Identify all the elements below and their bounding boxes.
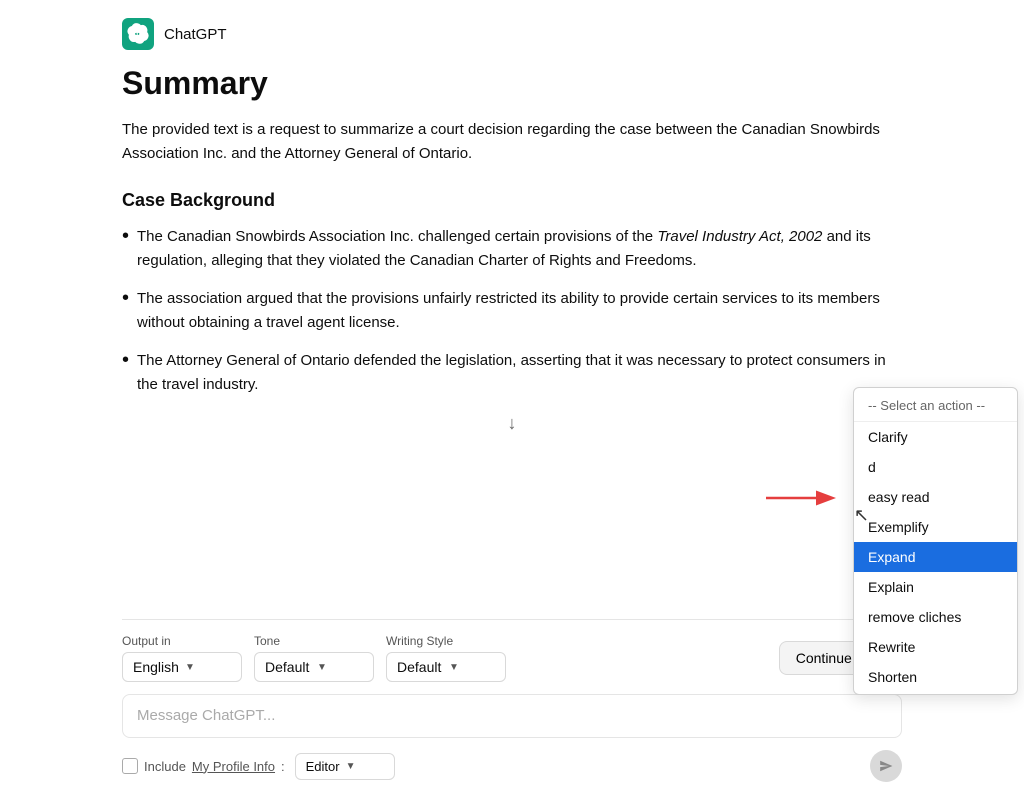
content-area: Summary The provided text is a request t… <box>122 54 902 619</box>
message-placeholder: Message ChatGPT... <box>137 707 275 724</box>
app-container: ChatGPT Summary The provided text is a r… <box>82 0 942 800</box>
tone-value: Default <box>265 659 311 675</box>
dropdown-item-easyread[interactable]: easy read <box>854 482 1017 512</box>
tone-chevron-icon: ▼ <box>317 662 363 673</box>
bullet-dot: • <box>122 285 129 311</box>
list-item: • The Canadian Snowbirds Association Inc… <box>122 225 902 273</box>
page-title: Summary <box>122 64 902 102</box>
bullet-dot: • <box>122 223 129 249</box>
editor-select[interactable]: Editor ▼ <box>295 753 395 780</box>
include-label: Include <box>144 759 186 774</box>
profile-link[interactable]: My Profile Info <box>192 759 275 774</box>
output-select[interactable]: English ▼ <box>122 652 242 682</box>
include-profile-checkbox[interactable] <box>122 758 138 774</box>
writing-style-group: Writing Style Default ▼ <box>386 634 506 682</box>
chatgpt-logo <box>122 18 154 50</box>
bullet-list: • The Canadian Snowbirds Association Inc… <box>122 225 902 397</box>
list-item: • The association argued that the provis… <box>122 287 902 335</box>
send-button[interactable] <box>870 750 902 782</box>
bullet-text-2: The association argued that the provisio… <box>137 287 902 335</box>
include-profile-area: Include My Profile Info : <box>122 758 285 774</box>
writing-style-select[interactable]: Default ▼ <box>386 652 506 682</box>
output-chevron-icon: ▼ <box>185 662 231 673</box>
dropdown-item-shorten[interactable]: Shorten <box>854 662 1017 692</box>
tone-group: Tone Default ▼ <box>254 634 374 682</box>
dropdown-item-d[interactable]: d <box>854 452 1017 482</box>
intro-text: The provided text is a request to summar… <box>122 118 902 166</box>
bottom-toolbar: Output in English ▼ Tone Default ▼ Writi… <box>122 619 902 800</box>
bottom-row: Include My Profile Info : Editor ▼ <box>122 750 902 790</box>
dropdown-item-removecliches[interactable]: remove cliches <box>854 602 1017 632</box>
bullet-dot: • <box>122 347 129 373</box>
bullet-text-3: The Attorney General of Ontario defended… <box>137 349 902 397</box>
writing-style-value: Default <box>397 659 443 675</box>
output-value: English <box>133 659 179 675</box>
editor-value: Editor <box>306 759 340 774</box>
action-dropdown: -- Select an action -- Clarify d easy re… <box>853 387 1018 695</box>
tone-select[interactable]: Default ▼ <box>254 652 374 682</box>
dropdown-item-clarify[interactable]: Clarify <box>854 422 1017 452</box>
chatgpt-logo-icon <box>127 23 149 45</box>
header: ChatGPT <box>122 0 902 54</box>
tone-label: Tone <box>254 634 374 648</box>
section-title: Case Background <box>122 190 902 211</box>
list-item: • The Attorney General of Ontario defend… <box>122 349 902 397</box>
editor-chevron-icon: ▼ <box>346 761 356 772</box>
output-label: Output in <box>122 634 242 648</box>
colon-label: : <box>281 759 285 774</box>
message-input[interactable]: Message ChatGPT... <box>122 694 902 738</box>
output-group: Output in English ▼ <box>122 634 242 682</box>
writing-style-chevron-icon: ▼ <box>449 662 495 673</box>
scroll-down-icon: ↓ <box>122 413 902 434</box>
dropdown-item-explain[interactable]: Explain <box>854 572 1017 602</box>
dropdown-header: -- Select an action -- <box>854 390 1017 422</box>
dropdown-item-expand[interactable]: Expand <box>854 542 1017 572</box>
app-name-label: ChatGPT <box>164 26 227 43</box>
send-icon <box>879 759 893 773</box>
dropdown-item-rewrite[interactable]: Rewrite <box>854 632 1017 662</box>
toolbar-controls: Output in English ▼ Tone Default ▼ Writi… <box>122 634 902 682</box>
writing-style-label: Writing Style <box>386 634 506 648</box>
dropdown-item-exemplify[interactable]: Exemplify <box>854 512 1017 542</box>
bullet-text-1: The Canadian Snowbirds Association Inc. … <box>137 225 902 273</box>
